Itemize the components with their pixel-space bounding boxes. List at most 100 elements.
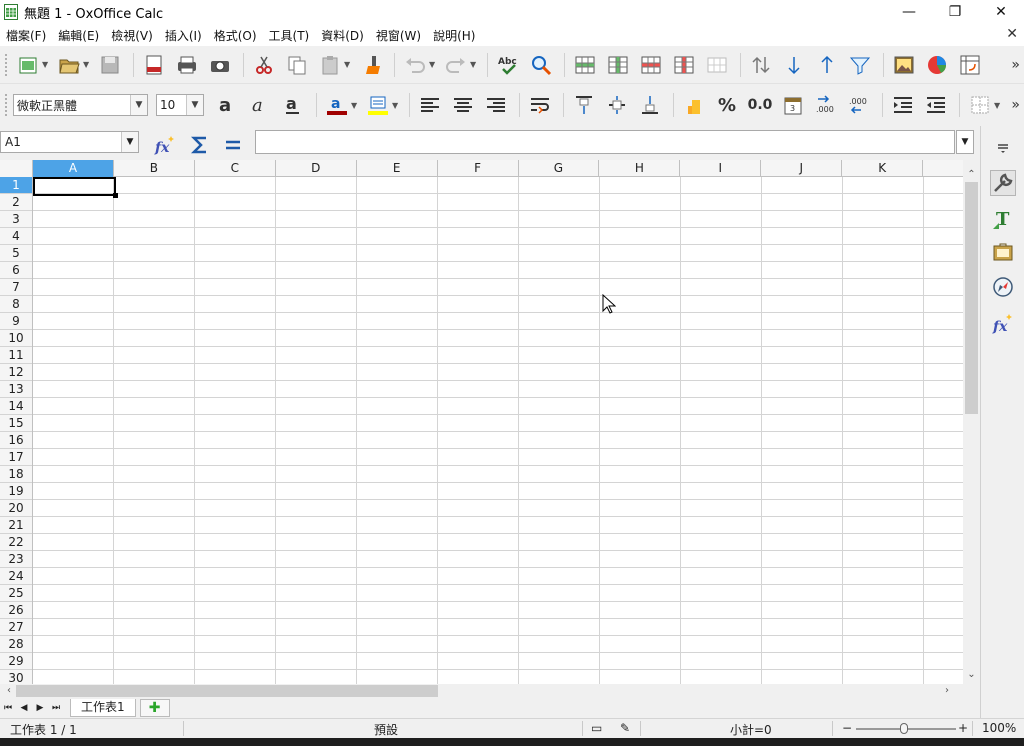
row-header[interactable]: 27 [0, 619, 32, 636]
date-format-button[interactable]: 3 [778, 90, 808, 120]
align-bottom-button[interactable] [635, 90, 665, 120]
chevron-down-icon[interactable]: ▼ [351, 101, 359, 110]
font-size-combo[interactable]: 10 ▼ [156, 94, 204, 116]
columns-button[interactable] [603, 50, 633, 80]
borders-button[interactable] [965, 90, 995, 120]
add-decimal-button[interactable]: .000 [811, 90, 841, 120]
copy-button[interactable] [282, 50, 312, 80]
sum-display[interactable]: 小計=0 [730, 721, 772, 738]
insert-image-button[interactable] [889, 50, 919, 80]
row-header[interactable]: 12 [0, 364, 32, 381]
sort-descending-button[interactable] [812, 50, 842, 80]
first-sheet-button[interactable]: ⏮ [0, 700, 16, 716]
column-header-e[interactable]: E [357, 160, 438, 177]
row-header[interactable]: 3 [0, 211, 32, 228]
scroll-down-arrow[interactable]: ⌄ [963, 666, 980, 683]
column-header-partial[interactable] [923, 160, 963, 177]
row-header[interactable]: 2 [0, 194, 32, 211]
column-header-h[interactable]: H [599, 160, 681, 177]
row-header[interactable]: 13 [0, 381, 32, 398]
chevron-down-icon[interactable]: ▼ [994, 101, 1002, 110]
toolbar-grip[interactable] [4, 52, 8, 77]
next-sheet-button[interactable]: ▶ [32, 700, 48, 716]
row-header[interactable]: 24 [0, 568, 32, 585]
toolbar-overflow-button[interactable]: » [1011, 57, 1020, 73]
toolbar-grip[interactable] [4, 93, 8, 117]
insert-chart-button[interactable] [922, 50, 952, 80]
formula-input[interactable] [255, 130, 955, 154]
chevron-down-icon[interactable]: ▼ [470, 60, 478, 69]
row-header[interactable]: 30 [0, 670, 32, 684]
zoom-in-button[interactable]: + [958, 721, 968, 735]
row-header[interactable]: 22 [0, 534, 32, 551]
row-header[interactable]: 19 [0, 483, 32, 500]
autofilter-button[interactable] [845, 50, 875, 80]
formula-button[interactable] [218, 130, 248, 160]
sum-button[interactable] [185, 130, 215, 160]
row-header[interactable]: 23 [0, 551, 32, 568]
background-color-button[interactable] [363, 90, 393, 120]
chevron-down-icon[interactable]: ▼ [42, 60, 50, 69]
column-header-g[interactable]: G [519, 160, 600, 177]
cut-button[interactable] [249, 50, 279, 80]
italic-button[interactable]: a [245, 90, 275, 120]
column-header-f[interactable]: F [438, 160, 519, 177]
column-header-k[interactable]: K [842, 160, 924, 177]
toolbar-overflow-button[interactable]: » [1011, 97, 1020, 113]
delete-rows-button[interactable] [636, 50, 666, 80]
row-header[interactable]: 17 [0, 449, 32, 466]
restore-button[interactable]: ❐ [932, 0, 978, 24]
align-right-button[interactable] [481, 90, 511, 120]
column-header-c[interactable]: C [195, 160, 276, 177]
align-left-button[interactable] [415, 90, 445, 120]
close-document-button[interactable]: ✕ [1006, 26, 1018, 42]
menu-tools[interactable]: 工具(T) [263, 27, 316, 44]
font-name-combo[interactable]: 微軟正黑體 ▼ [13, 94, 148, 116]
chevron-down-icon[interactable]: ▼ [186, 95, 203, 115]
vertical-scrollbar[interactable]: ⌃ ⌄ [963, 160, 980, 684]
paste-button[interactable] [315, 50, 345, 80]
zoom-slider-handle[interactable] [900, 723, 908, 734]
menu-data[interactable]: 資料(D) [315, 27, 370, 44]
sort-button[interactable] [746, 50, 776, 80]
wrap-text-button[interactable] [525, 90, 555, 120]
row-header[interactable]: 26 [0, 602, 32, 619]
find-replace-button[interactable] [526, 50, 556, 80]
select-all-corner[interactable] [0, 160, 33, 177]
scroll-right-arrow[interactable]: › [940, 684, 954, 698]
row-header[interactable]: 20 [0, 500, 32, 517]
save-button[interactable] [95, 50, 125, 80]
align-middle-button[interactable] [602, 90, 632, 120]
sidebar-menu-button[interactable] [990, 134, 1016, 160]
menu-edit[interactable]: 編輯(E) [52, 27, 105, 44]
selection-mode-icon[interactable]: ▭ [591, 721, 602, 735]
print-preview-button[interactable] [205, 50, 235, 80]
close-window-button[interactable]: ✕ [978, 0, 1024, 24]
column-header-b[interactable]: B [114, 160, 195, 177]
zoom-out-button[interactable]: − [842, 721, 852, 735]
chevron-down-icon[interactable]: ▼ [121, 132, 138, 152]
row-header[interactable]: 18 [0, 466, 32, 483]
chevron-down-icon[interactable]: ▼ [130, 95, 147, 115]
column-header-i[interactable]: I [680, 160, 762, 177]
column-header-j[interactable]: J [761, 160, 843, 177]
row-header[interactable]: 16 [0, 432, 32, 449]
delete-decimal-button[interactable]: .000 [844, 90, 874, 120]
sidebar-gallery-button[interactable] [990, 240, 1016, 266]
row-header[interactable]: 9 [0, 313, 32, 330]
row-header[interactable]: 21 [0, 517, 32, 534]
percent-format-button[interactable]: % [712, 90, 742, 120]
row-header[interactable]: 29 [0, 653, 32, 670]
scroll-left-arrow[interactable]: ‹ [2, 684, 16, 698]
row-header[interactable]: 15 [0, 415, 32, 432]
delete-columns-button[interactable] [669, 50, 699, 80]
minimize-button[interactable]: — [886, 0, 932, 24]
rows-button[interactable] [570, 50, 600, 80]
row-header[interactable]: 7 [0, 279, 32, 296]
previous-sheet-button[interactable]: ◀ [16, 700, 32, 716]
undo-button[interactable] [400, 50, 430, 80]
menu-help[interactable]: 說明(H) [427, 27, 481, 44]
cell-area[interactable] [33, 177, 963, 684]
row-header[interactable]: 14 [0, 398, 32, 415]
redo-button[interactable] [441, 50, 471, 80]
